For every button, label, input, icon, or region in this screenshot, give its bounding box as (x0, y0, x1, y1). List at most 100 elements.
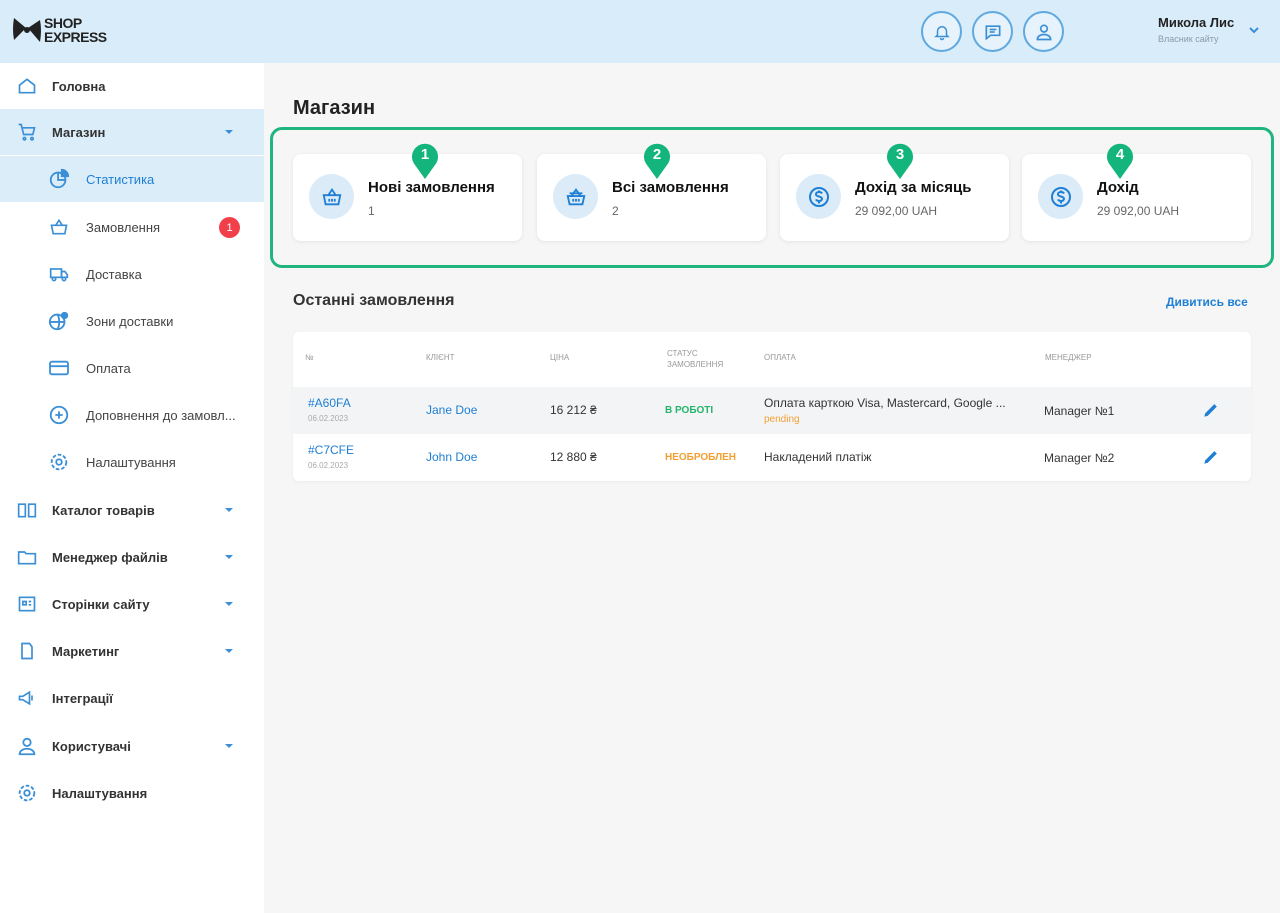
marker-number: 4 (1115, 146, 1125, 163)
order-id-link[interactable]: #A60FA (308, 396, 351, 410)
sidebar-item-label: Головна (52, 78, 106, 94)
client-link[interactable]: Jane Doe (426, 403, 477, 417)
sidebar-item-label: Доставка (86, 266, 142, 282)
top-bar: SHOP EXPRESS Микола Лис Власник сайту (0, 0, 1280, 63)
sidebar-item-label: Інтеграції (52, 690, 113, 706)
card-value: 29 092,00 UAH (855, 204, 938, 218)
edit-icon[interactable] (1201, 400, 1221, 420)
sidebar-item-marketing[interactable]: Маркетинг (0, 628, 264, 674)
sidebar-item-shop-settings[interactable]: Налаштування (0, 439, 264, 485)
card-title: Дохід за місяць (855, 179, 972, 196)
megaphone-icon (16, 687, 38, 709)
column-header: № (305, 353, 314, 362)
card-title: Всі замовлення (612, 179, 729, 196)
gear-icon (48, 451, 70, 473)
user-menu[interactable]: Микола Лис Власник сайту (1158, 15, 1234, 44)
card-value: 29 092,00 UAH (1097, 204, 1180, 218)
chevron-down-icon (225, 508, 233, 512)
sidebar-item-label: Маркетинг (52, 643, 120, 659)
user-icon (16, 735, 38, 757)
sidebar-item-order-addons[interactable]: Доповнення до замовл... (0, 392, 264, 438)
folder-icon (16, 546, 38, 568)
home-icon (16, 75, 38, 97)
sidebar-item-label: Налаштування (86, 454, 176, 470)
baskets-icon (553, 174, 598, 219)
sidebar-item-catalog[interactable]: Каталог товарів (0, 487, 264, 533)
card-value: 1 (368, 204, 375, 218)
edit-icon[interactable] (1201, 447, 1221, 467)
dollar-coin-icon (796, 174, 841, 219)
table-row[interactable]: #A60FA 06.02.2023 Jane Doe 16 212 ₴ В ро… (293, 387, 1251, 434)
plus-circle-icon (48, 404, 70, 426)
basket-icon (48, 216, 70, 238)
order-price: 12 880 ₴ (550, 450, 597, 464)
column-header: Оплата (764, 353, 796, 362)
sidebar-item-settings[interactable]: Налаштування (0, 770, 264, 816)
order-date: 06.02.2023 (308, 461, 349, 470)
notifications-button[interactable] (921, 11, 962, 52)
marker-pin: 1 (410, 140, 440, 180)
sidebar-item-home[interactable]: Головна (0, 63, 264, 109)
chevron-down-icon (225, 602, 233, 606)
sidebar: Головна Магазин Статистика Замовлення 1 … (0, 63, 264, 913)
chevron-down-icon (225, 130, 233, 134)
marker-number: 1 (420, 146, 430, 163)
sidebar-item-file-manager[interactable]: Менеджер файлів (0, 534, 264, 580)
logo[interactable]: SHOP EXPRESS (12, 14, 107, 46)
sidebar-item-label: Статистика (86, 171, 155, 187)
sidebar-item-delivery-zones[interactable]: Зони доставки (0, 298, 264, 344)
logo-line1: SHOP (44, 15, 82, 31)
page-title: Магазин (293, 97, 376, 119)
user-name: Микола Лис (1158, 15, 1235, 30)
column-header: Менеджер (1045, 353, 1092, 362)
sidebar-item-label: Доповнення до замовл... (86, 407, 236, 423)
orders-table: № Клієнт Ціна Статус замовлення Оплата М… (293, 332, 1251, 481)
chevron-down-icon (225, 649, 233, 653)
sidebar-item-label: Каталог товарів (52, 502, 155, 518)
sidebar-item-statistics[interactable]: Статистика (0, 156, 264, 202)
recent-orders-title: Останні замовлення (293, 292, 455, 309)
see-all-link[interactable]: Дивитись все (1166, 295, 1248, 309)
client-link[interactable]: John Doe (426, 450, 477, 464)
chat-icon (985, 24, 1000, 40)
column-header: Статус замовлення (667, 349, 724, 369)
chevron-down-icon[interactable] (1248, 24, 1260, 36)
order-status: В роботі (665, 405, 714, 416)
stat-card-income[interactable]: Дохід 29 092,00 UAH (1022, 154, 1251, 241)
profile-button[interactable] (1023, 11, 1064, 52)
manager-name: Manager №2 (1044, 451, 1115, 465)
page-icon (16, 593, 38, 615)
order-status: Необроблен (665, 452, 737, 463)
order-price: 16 212 ₴ (550, 403, 597, 417)
sidebar-item-label: Замовлення (86, 219, 161, 235)
sidebar-item-users[interactable]: Користувачі (0, 723, 264, 769)
sidebar-item-payment[interactable]: Оплата (0, 345, 264, 391)
payment-status: pending (764, 414, 800, 425)
messages-button[interactable] (972, 11, 1013, 52)
user-role: Власник сайту (1158, 34, 1219, 44)
dollar-coin-icon (1038, 174, 1083, 219)
truck-icon (48, 263, 70, 285)
marker-pin: 2 (642, 140, 672, 180)
sidebar-item-delivery[interactable]: Доставка (0, 251, 264, 297)
marker-number: 3 (895, 146, 905, 163)
chevron-down-icon (225, 744, 233, 748)
chevron-down-icon (225, 555, 233, 559)
bell-icon (933, 25, 950, 40)
sidebar-item-integrations[interactable]: Інтеграції (0, 675, 264, 721)
marker-pin: 3 (885, 140, 915, 180)
user-icon (1035, 24, 1052, 40)
book-icon (16, 499, 38, 521)
sidebar-item-label: Сторінки сайту (52, 596, 150, 612)
card-icon (48, 357, 70, 379)
sidebar-item-shop[interactable]: Магазин (0, 109, 264, 155)
sidebar-item-label: Оплата (86, 360, 131, 376)
sidebar-item-site-pages[interactable]: Сторінки сайту (0, 581, 264, 627)
sidebar-item-orders[interactable]: Замовлення 1 (0, 204, 264, 250)
stat-card-new-orders[interactable]: Нові замовлення 1 (293, 154, 522, 241)
order-id-link[interactable]: #C7CFE (308, 443, 354, 457)
payment-method: Оплата карткою Visa, Mastercard, Google … (764, 396, 1006, 410)
cart-icon (16, 121, 38, 143)
card-title: Дохід (1097, 179, 1139, 196)
table-row[interactable]: #C7CFE 06.02.2023 John Doe 12 880 ₴ Необ… (293, 434, 1251, 481)
